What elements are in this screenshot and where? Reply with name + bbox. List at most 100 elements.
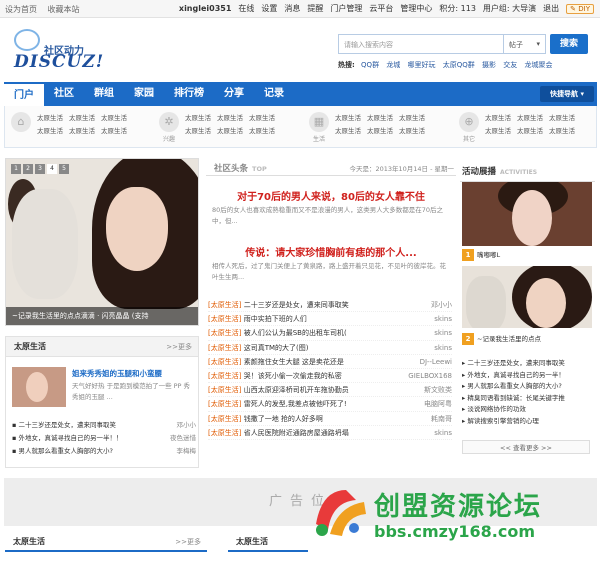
- subnav-link[interactable]: 太原生活: [249, 125, 281, 138]
- slider-page[interactable]: 5: [59, 164, 69, 174]
- post-category[interactable]: [太原生活]: [208, 358, 241, 366]
- activity-title[interactable]: 外地女，真诚寻找自己的另一半！: [467, 371, 565, 379]
- activity-title[interactable]: 精臭同语看到缺诚：长尾关键字推: [467, 394, 565, 402]
- nav-home[interactable]: 家园: [124, 82, 164, 106]
- admin-center-link[interactable]: 管理中心: [400, 3, 432, 14]
- logout-link[interactable]: 退出: [543, 3, 559, 14]
- hot-item[interactable]: 交友: [503, 61, 517, 69]
- list-item[interactable]: [太原生活] 被人们公认为最SB的出租车司机( skins: [208, 326, 452, 341]
- points-link[interactable]: 积分: 113: [439, 3, 476, 14]
- thumbnail-image[interactable]: [12, 367, 66, 407]
- subnav-link[interactable]: 太原生活: [217, 112, 249, 125]
- cloud-platform-link[interactable]: 云平台: [369, 3, 393, 14]
- hot-item[interactable]: 哪里好玩: [408, 61, 436, 69]
- more-link[interactable]: >>更多: [175, 532, 201, 552]
- post-title[interactable]: 二十三岁还是处女，遭来同事取笑: [18, 421, 116, 429]
- activity-title[interactable]: 男人就那么看重女人胸部的大小?: [467, 382, 561, 390]
- subnav-link[interactable]: 太原生活: [37, 125, 69, 138]
- list-item[interactable]: [太原生活] 省人民医院附近通路房屋通路坍塌 skins: [208, 426, 452, 440]
- post-author[interactable]: skins: [434, 326, 452, 340]
- list-item[interactable]: [太原生活] 雨中实拍下班的人们 skins: [208, 312, 452, 327]
- activity-image-1[interactable]: [462, 182, 592, 246]
- list-item[interactable]: ▸ 淡说网络协作的功效: [462, 404, 594, 416]
- user-group-link[interactable]: 用户组: 大导演: [483, 3, 536, 14]
- post-author[interactable]: 电脑阿粤: [424, 397, 452, 411]
- nav-ranking[interactable]: 排行榜: [164, 82, 214, 106]
- post-title[interactable]: 二十三岁还是处女，遭来同事取笑: [244, 301, 349, 309]
- bookmark-link[interactable]: 收藏本站: [48, 5, 80, 14]
- post-category[interactable]: [太原生活]: [208, 429, 241, 437]
- image-slider[interactable]: 1 2 3 4 5 ~记录我生活里的点点滴滴 · 闪亮晶晶 (支持: [5, 158, 199, 326]
- list-item[interactable]: ▪ 二十三岁还是处女，遭来同事取笑 邓小小: [12, 419, 196, 432]
- subnav-link[interactable]: 太原生活: [399, 125, 431, 138]
- nav-share[interactable]: 分享: [214, 82, 254, 106]
- post-author[interactable]: 耗南哥: [431, 412, 452, 426]
- post-title[interactable]: 被人们公认为最SB的出租车司机(: [244, 329, 347, 337]
- list-item[interactable]: [太原生活] 哭！该死小偷一次偷走我的私密 GIELBOX168: [208, 369, 452, 384]
- post-author[interactable]: 夜色迷惜: [170, 432, 196, 445]
- post-author[interactable]: GIELBOX168: [408, 369, 452, 383]
- post-title[interactable]: 外地女，真诚寻找自己的另一半！！: [18, 434, 122, 442]
- post-title[interactable]: 这司真TM的大了(图): [244, 344, 309, 352]
- settings-link[interactable]: 设置: [261, 3, 277, 14]
- post-category[interactable]: [太原生活]: [208, 386, 241, 394]
- activity-image-2[interactable]: [462, 266, 592, 328]
- nav-portal[interactable]: 门户: [4, 82, 44, 106]
- hot-item[interactable]: 龙城: [386, 61, 400, 69]
- subnav-link[interactable]: 太原生活: [367, 125, 399, 138]
- subnav-link[interactable]: 太原生活: [549, 112, 581, 125]
- list-item[interactable]: ▸ 精臭同语看到缺诚：长尾关键字推: [462, 393, 594, 405]
- subnav-link[interactable]: 太原生活: [485, 112, 517, 125]
- post-author[interactable]: skins: [434, 312, 452, 326]
- quick-nav-button[interactable]: 快捷导航 ▾: [540, 86, 594, 102]
- subnav-link[interactable]: 太原生活: [335, 125, 367, 138]
- post-category[interactable]: [太原生活]: [208, 315, 241, 323]
- post-category[interactable]: [太原生活]: [208, 301, 241, 309]
- hot-item[interactable]: 摄影: [482, 61, 496, 69]
- headline-2[interactable]: 传说：请大家珍惜胸前有痣的那个人...: [206, 244, 456, 259]
- post-author[interactable]: 斯文败类: [424, 383, 452, 397]
- post-title[interactable]: 雨中实拍下班的人们: [244, 315, 307, 323]
- post-category[interactable]: [太原生活]: [208, 329, 241, 337]
- diy-button[interactable]: ✎ DIY: [566, 3, 594, 14]
- subnav-link[interactable]: 太原生活: [101, 112, 133, 125]
- subnav-link[interactable]: 太原生活: [485, 125, 517, 138]
- list-item[interactable]: ▪ 男人就那么看重女人胸部的大小? 李梅梅: [12, 445, 196, 458]
- post-category[interactable]: [太原生活]: [208, 400, 241, 408]
- subnav-link[interactable]: 太原生活: [37, 112, 69, 125]
- nav-groups[interactable]: 群组: [84, 82, 124, 106]
- subnav-link[interactable]: 太原生活: [69, 112, 101, 125]
- search-type-select[interactable]: 帖子 ▾: [504, 34, 546, 54]
- nav-records[interactable]: 记录: [254, 82, 294, 106]
- hot-item[interactable]: QQ群: [361, 61, 379, 69]
- messages-link[interactable]: 消息: [284, 3, 300, 14]
- subnav-link[interactable]: 太原生活: [185, 112, 217, 125]
- subnav-link[interactable]: 太原生活: [185, 125, 217, 138]
- hot-item[interactable]: 太原QQ群: [443, 61, 475, 69]
- slider-page-active[interactable]: 4: [47, 164, 57, 174]
- post-category[interactable]: [太原生活]: [208, 372, 241, 380]
- post-title[interactable]: 省人民医院附近通路房屋通路坍塌: [244, 429, 349, 437]
- post-title[interactable]: 男人就那么看重女人胸部的大小?: [18, 447, 112, 455]
- slider-page[interactable]: 1: [11, 164, 21, 174]
- list-item[interactable]: ▸ 外地女，真诚寻找自己的另一半！: [462, 370, 594, 382]
- slider-page[interactable]: 3: [35, 164, 45, 174]
- subnav-link[interactable]: 太原生活: [517, 112, 549, 125]
- activity-title[interactable]: 二十三岁还是处女，遭来同事取笑: [467, 359, 565, 367]
- list-item[interactable]: [太原生活] 素颜拖住女生大腿 这是卖花还是 DJ--Leewi: [208, 355, 452, 369]
- online-link[interactable]: 在线: [238, 3, 254, 14]
- subnav-link[interactable]: 太原生活: [101, 125, 133, 138]
- post-category[interactable]: [太原生活]: [208, 344, 241, 352]
- list-item[interactable]: [太原生活] 山西太原迎泽桥司机开车拖协勤员 斯文败类: [208, 383, 452, 398]
- subnav-link[interactable]: 太原生活: [249, 112, 281, 125]
- post-author[interactable]: 邓小小: [431, 298, 452, 312]
- username-link[interactable]: xinglei0351: [179, 4, 232, 13]
- subnav-link[interactable]: 太原生活: [335, 112, 367, 125]
- search-button[interactable]: 搜索: [550, 34, 588, 54]
- list-item[interactable]: [太原生活] 二十三岁还是处女，遭来同事取笑 邓小小: [208, 298, 452, 313]
- list-item[interactable]: ▪ 外地女，真诚寻找自己的另一半！！ 夜色迷惜: [12, 432, 196, 445]
- view-more-button[interactable]: << 查看更多 >>: [462, 440, 590, 454]
- subnav-link[interactable]: 太原生活: [549, 125, 581, 138]
- post-author[interactable]: DJ--Leewi: [420, 355, 452, 369]
- headline-1[interactable]: 对于70后的男人来说，80后的女人靠不住: [206, 188, 456, 203]
